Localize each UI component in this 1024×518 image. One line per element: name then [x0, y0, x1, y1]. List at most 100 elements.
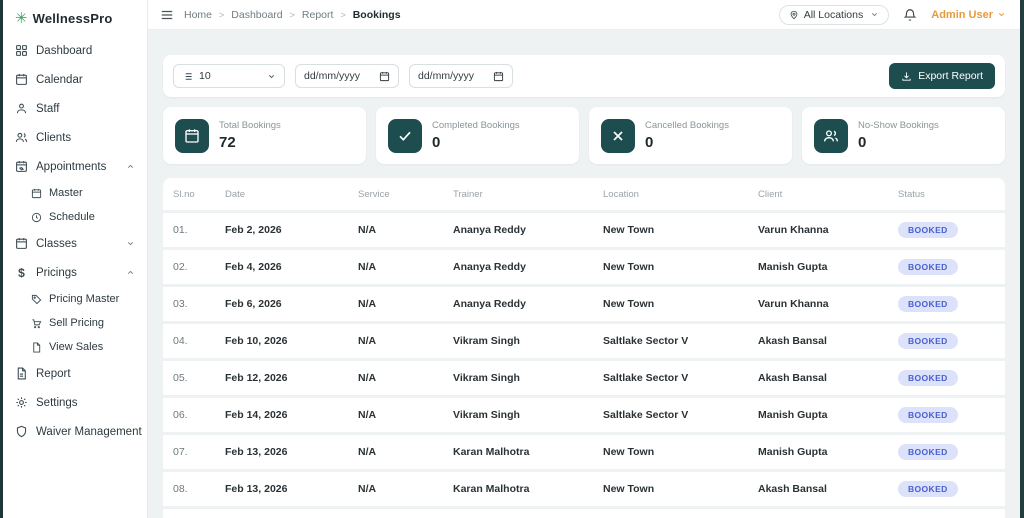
sidebar-item-staff[interactable]: Staff [3, 94, 147, 123]
cell-service: N/A [358, 298, 377, 310]
brand-name: WellnessPro [32, 11, 113, 26]
sidebar-subitem-sell-pricing[interactable]: Sell Pricing [3, 311, 147, 335]
chevron-down-icon [998, 13, 1005, 17]
table-body: 01. Feb 2, 2026 N/A Ananya Reddy New Tow… [163, 213, 1005, 506]
cell-trainer: Vikram Singh [453, 372, 520, 384]
cell-service: N/A [358, 446, 377, 458]
page-size-select[interactable]: 10 [173, 64, 285, 88]
date-from-placeholder: dd/mm/yyyy [304, 70, 361, 82]
sidebar-item-label: Sell Pricing [49, 317, 105, 329]
date-from-input[interactable]: dd/mm/yyyy [295, 64, 399, 88]
tag-icon [31, 294, 42, 304]
people-icon [814, 118, 848, 153]
calendar-icon [175, 118, 209, 153]
status-badge: BOOKED [898, 333, 958, 349]
cell-date: Feb 14, 2026 [225, 409, 288, 421]
cell-date: Feb 4, 2026 [225, 261, 282, 273]
breadcrumb-report[interactable]: Report [302, 9, 334, 21]
table-row[interactable]: 01. Feb 2, 2026 N/A Ananya Reddy New Tow… [163, 213, 1005, 247]
stat-card-cancelled-bookings: Cancelled Bookings 0 [589, 107, 792, 164]
table-row[interactable]: 06. Feb 14, 2026 N/A Vikram Singh Saltla… [163, 398, 1005, 432]
chevron-down-icon [268, 74, 275, 78]
cell-trainer: Ananya Reddy [453, 298, 526, 310]
sidebar-item-dashboard[interactable]: Dashboard [3, 36, 147, 65]
cell-client: Manish Gupta [758, 261, 828, 273]
download-icon [902, 71, 911, 81]
status-badge: BOOKED [898, 370, 958, 386]
cell-status: BOOKED [898, 407, 995, 423]
date-to-input[interactable]: dd/mm/yyyy [409, 64, 513, 88]
column-header-trainer: Trainer [453, 188, 483, 200]
brand-logo[interactable]: ✳ WellnessPro [3, 0, 147, 36]
bookings-table: Sl.no Date Service Trainer Location Clie… [163, 178, 1005, 518]
sidebar-nav: Dashboard Calendar Staff Clients Appoint… [3, 36, 147, 446]
sidebar-subitem-master[interactable]: Master [3, 181, 147, 205]
sidebar-item-appointments[interactable]: Appointments [3, 152, 147, 181]
table-row-partial [163, 509, 1005, 518]
column-header-service: Service [358, 188, 390, 200]
calendar-icon [16, 238, 27, 249]
cell-service: N/A [358, 372, 377, 384]
cell-client: Manish Gupta [758, 409, 828, 421]
sidebar-item-label: Report [36, 367, 71, 380]
breadcrumb-dashboard[interactable]: Dashboard [231, 9, 282, 21]
cell-status: BOOKED [898, 222, 995, 238]
table-header: Sl.no Date Service Trainer Location Clie… [163, 178, 1005, 210]
cart-icon [32, 318, 42, 328]
breadcrumb-separator-icon: > [340, 9, 346, 20]
user-menu[interactable]: Admin User [931, 9, 1006, 21]
sidebar-item-pricings[interactable]: $ Pricings [3, 258, 147, 287]
calendar-icon [493, 71, 504, 81]
cell-service: N/A [358, 409, 377, 421]
sidebar-subitem-view-sales[interactable]: View Sales [3, 335, 147, 359]
sidebar-subitem-schedule[interactable]: Schedule [3, 205, 147, 229]
status-badge: BOOKED [898, 296, 958, 312]
check-icon [388, 118, 422, 153]
table-row[interactable]: 05. Feb 12, 2026 N/A Vikram Singh Saltla… [163, 361, 1005, 395]
table-row[interactable]: 07. Feb 13, 2026 N/A Karan Malhotra New … [163, 435, 1005, 469]
filter-bar: 10 dd/mm/yyyy dd/mm/yyyy Export Report [163, 55, 1005, 97]
sidebar-item-waiver-management[interactable]: Waiver Management [3, 417, 147, 446]
table-row[interactable]: 04. Feb 10, 2026 N/A Vikram Singh Saltla… [163, 324, 1005, 358]
chevron-up-icon [127, 270, 134, 274]
sidebar-item-settings[interactable]: Settings [3, 388, 147, 417]
cell-service: N/A [358, 224, 377, 236]
sidebar-item-clients[interactable]: Clients [3, 123, 147, 152]
cell-date: Feb 12, 2026 [225, 372, 288, 384]
cell-location: New Town [603, 298, 655, 310]
cell-trainer: Ananya Reddy [453, 261, 526, 273]
table-row[interactable]: 02. Feb 4, 2026 N/A Ananya Reddy New Tow… [163, 250, 1005, 284]
column-header-status: Status [898, 188, 925, 200]
scrollbar[interactable] [1020, 0, 1024, 518]
table-row[interactable]: 03. Feb 6, 2026 N/A Ananya Reddy New Tow… [163, 287, 1005, 321]
export-report-button[interactable]: Export Report [889, 63, 995, 89]
cell-status: BOOKED [898, 481, 995, 497]
hamburger-menu-icon[interactable] [160, 8, 174, 22]
cell-service: N/A [358, 483, 377, 495]
cell-location: New Town [603, 483, 655, 495]
sidebar-item-label: Pricing Master [49, 293, 120, 305]
location-selector[interactable]: All Locations [778, 4, 890, 25]
notification-bell-icon[interactable] [903, 8, 917, 22]
status-badge: BOOKED [898, 259, 958, 275]
location-pin-icon [790, 10, 798, 19]
sidebar-item-classes[interactable]: Classes [3, 229, 147, 258]
page-size-value: 10 [199, 70, 211, 82]
sidebar-item-calendar[interactable]: Calendar [3, 65, 147, 94]
breadcrumb-separator-icon: > [289, 9, 295, 20]
cell-trainer: Vikram Singh [453, 409, 520, 421]
breadcrumb-home[interactable]: Home [184, 9, 212, 21]
column-header-date: Date [225, 188, 246, 200]
calendar-icon [16, 74, 27, 85]
cell-date: Feb 10, 2026 [225, 335, 288, 347]
stat-label: Completed Bookings [432, 120, 520, 131]
cell-service: N/A [358, 335, 377, 347]
sidebar-item-label: Master [49, 187, 83, 199]
table-row[interactable]: 08. Feb 13, 2026 N/A Karan Malhotra New … [163, 472, 1005, 506]
sidebar-item-report[interactable]: Report [3, 359, 147, 388]
cell-date: Feb 13, 2026 [225, 446, 288, 458]
stat-label: No-Show Bookings [858, 120, 939, 131]
report-file-icon [17, 367, 26, 380]
list-icon [183, 72, 192, 80]
sidebar-subitem-pricing-master[interactable]: Pricing Master [3, 287, 147, 311]
